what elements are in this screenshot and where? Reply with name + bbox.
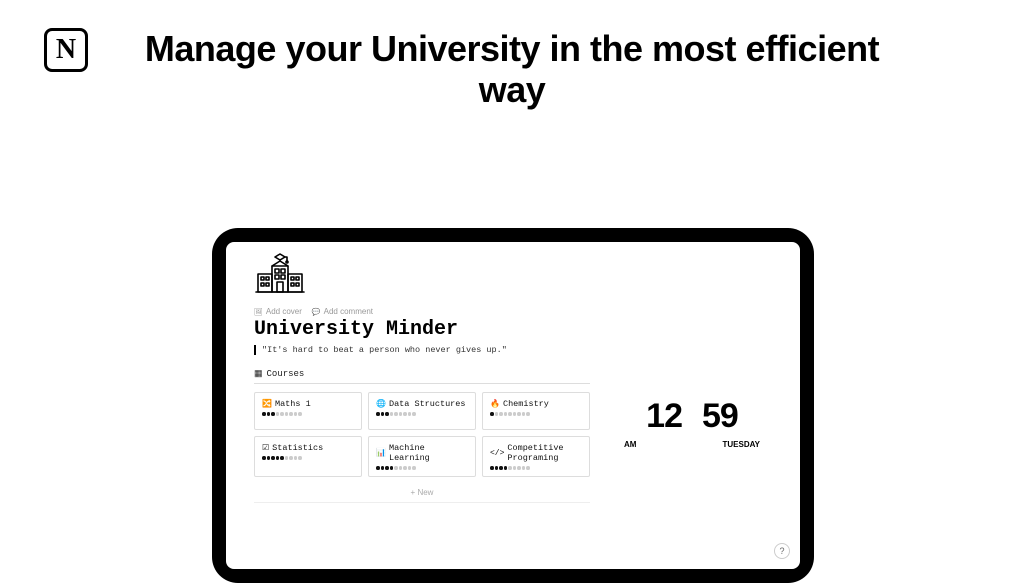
courses-header[interactable]: ▦ Courses bbox=[254, 369, 590, 384]
course-card[interactable]: ☑Statistics bbox=[254, 436, 362, 477]
progress-dots bbox=[262, 412, 354, 416]
course-name-text: Chemistry bbox=[503, 399, 549, 409]
clock-widget: 12 59 AM TUESDAY bbox=[612, 369, 772, 503]
add-cover-button[interactable]: 🖼Add cover bbox=[254, 307, 302, 316]
progress-dots bbox=[490, 466, 582, 470]
progress-dots bbox=[490, 412, 582, 416]
add-comment-button[interactable]: 💬Add comment bbox=[312, 307, 373, 316]
course-name-text: Data Structures bbox=[389, 399, 466, 409]
course-card[interactable]: 🔀Maths 1 bbox=[254, 392, 362, 430]
quote-block[interactable]: "It's hard to beat a person who never gi… bbox=[254, 345, 772, 355]
tablet-frame: 🖼Add cover 💬Add comment University Minde… bbox=[212, 228, 814, 583]
screen: 🖼Add cover 💬Add comment University Minde… bbox=[226, 242, 800, 569]
clock-hour: 12 bbox=[646, 397, 682, 436]
clock-day: TUESDAY bbox=[723, 440, 761, 449]
course-name-text: Competitive Programing bbox=[507, 443, 582, 463]
course-name-text: Machine Learning bbox=[389, 443, 468, 463]
course-icon: 🌐 bbox=[376, 399, 386, 409]
progress-dots bbox=[376, 412, 468, 416]
school-icon bbox=[254, 252, 772, 301]
course-card[interactable]: </>Competitive Programing bbox=[482, 436, 590, 477]
course-name-text: Statistics bbox=[272, 443, 323, 453]
clock-ampm: AM bbox=[624, 440, 636, 449]
course-icon: 🔀 bbox=[262, 399, 272, 409]
course-card[interactable]: 🔥Chemistry bbox=[482, 392, 590, 430]
headline: Manage your University in the most effic… bbox=[0, 28, 1024, 111]
image-icon: 🖼 bbox=[254, 308, 263, 316]
course-icon: 🔥 bbox=[490, 399, 500, 409]
course-card[interactable]: 📊Machine Learning bbox=[368, 436, 476, 477]
grid-icon: ▦ bbox=[254, 369, 263, 379]
comment-icon: 💬 bbox=[312, 308, 321, 316]
course-icon: </> bbox=[490, 449, 504, 458]
new-button[interactable]: + New bbox=[254, 483, 590, 503]
course-card[interactable]: 🌐Data Structures bbox=[368, 392, 476, 430]
progress-dots bbox=[262, 456, 354, 460]
clock-minute: 59 bbox=[702, 397, 738, 436]
help-button[interactable]: ? bbox=[774, 543, 790, 559]
page-title[interactable]: University Minder bbox=[254, 318, 772, 341]
progress-dots bbox=[376, 466, 468, 470]
course-name-text: Maths 1 bbox=[275, 399, 311, 409]
course-icon: ☑ bbox=[262, 443, 269, 453]
course-icon: 📊 bbox=[376, 448, 386, 458]
